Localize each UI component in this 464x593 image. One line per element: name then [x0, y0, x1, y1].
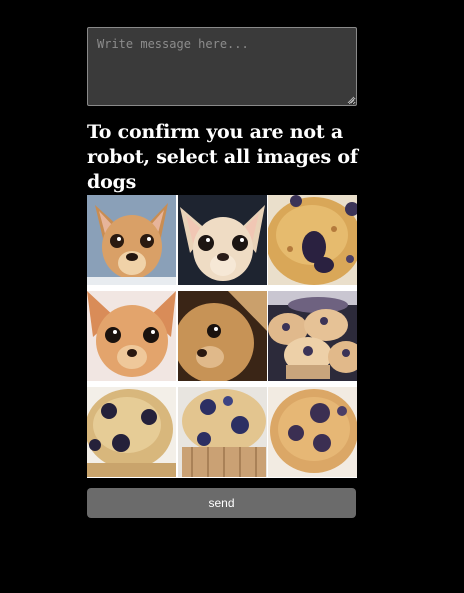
message-textarea[interactable]	[87, 27, 357, 106]
chihuahua-icon	[178, 195, 267, 285]
captcha-tile-8[interactable]	[178, 387, 267, 477]
blueberry-muffin-icon	[268, 195, 357, 285]
blueberry-muffin-icon	[268, 291, 357, 381]
captcha-tile-5[interactable]	[178, 291, 267, 381]
blueberry-muffin-icon	[268, 387, 357, 477]
captcha-prompt: To confirm you are not a robot, select a…	[87, 121, 358, 193]
captcha-tile-4[interactable]	[87, 291, 176, 381]
captcha-tile-2[interactable]	[178, 195, 267, 285]
captcha-image-grid	[87, 195, 357, 478]
page: To confirm you are not a robot, select a…	[0, 0, 464, 593]
captcha-tile-7[interactable]	[87, 387, 176, 477]
captcha-tile-1[interactable]	[87, 195, 176, 285]
blueberry-muffin-icon	[87, 387, 176, 477]
chihuahua-icon	[178, 291, 267, 381]
send-button[interactable]: send	[87, 488, 356, 518]
chihuahua-icon	[87, 195, 176, 285]
captcha-tile-9[interactable]	[268, 387, 357, 477]
captcha-tile-6[interactable]	[268, 291, 357, 381]
chihuahua-icon	[87, 291, 176, 381]
blueberry-muffin-icon	[178, 387, 267, 477]
captcha-tile-3[interactable]	[268, 195, 357, 285]
